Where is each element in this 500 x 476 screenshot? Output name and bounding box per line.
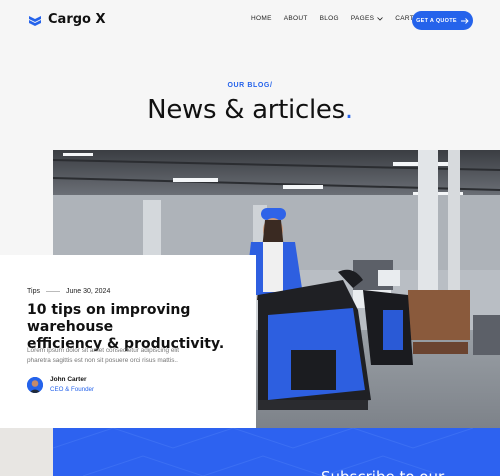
bottom-left-block <box>0 428 53 476</box>
post-author[interactable]: John Carter CEO & Founder <box>27 376 94 393</box>
post-category[interactable]: Tips <box>27 288 40 295</box>
site-header: Cargo X HOME ABOUT BLOG PAGES CART (0) G… <box>0 0 500 44</box>
subscribe-heading: Subscribe to our <box>321 468 444 476</box>
page-title-text: News & articles <box>147 95 345 125</box>
post-meta: Tips June 30, 2024 <box>27 288 110 295</box>
post-excerpt: Lorem ipsum dolor sit amet consectetur a… <box>27 346 202 366</box>
nav-item-blog[interactable]: BLOG <box>320 15 339 22</box>
avatar-image <box>27 376 43 393</box>
get-a-quote-label: GET A QUOTE <box>416 17 457 24</box>
post-title-line1: 10 tips on improving warehouse <box>27 302 191 335</box>
page-title: News & articles. <box>0 95 500 125</box>
post-title-dot: . <box>218 336 225 352</box>
main-nav: HOME ABOUT BLOG PAGES CART (0) <box>251 15 437 22</box>
post-date: June 30, 2024 <box>65 288 111 295</box>
section-eyebrow: OUR BLOG/ <box>227 82 273 89</box>
meta-divider <box>45 291 60 292</box>
author-info: John Carter CEO & Founder <box>50 376 94 393</box>
author-name: John Carter <box>50 376 87 383</box>
nav-item-about[interactable]: ABOUT <box>284 15 308 22</box>
excerpt-line1: Lorem ipsum dolor sit amet consectetur a… <box>27 347 180 354</box>
author-role: CEO & Founder <box>50 386 95 393</box>
chevron-down-icon <box>377 16 384 21</box>
nav-item-pages[interactable]: PAGES <box>350 15 384 22</box>
get-a-quote-button[interactable]: GET A QUOTE <box>412 11 473 30</box>
subscribe-section: Subscribe to our <box>53 428 500 476</box>
nav-item-pages-label: PAGES <box>350 15 375 22</box>
nav-item-home[interactable]: HOME <box>251 15 272 22</box>
title-dot: . <box>344 95 353 125</box>
logo-icon <box>29 15 41 26</box>
logo[interactable]: Cargo X <box>28 12 106 27</box>
arrow-right-icon <box>460 17 469 24</box>
excerpt-line2: pharetra sagittis est non sit posuere or… <box>27 357 178 364</box>
logo-text: Cargo X <box>48 12 106 27</box>
avatar <box>27 376 43 393</box>
